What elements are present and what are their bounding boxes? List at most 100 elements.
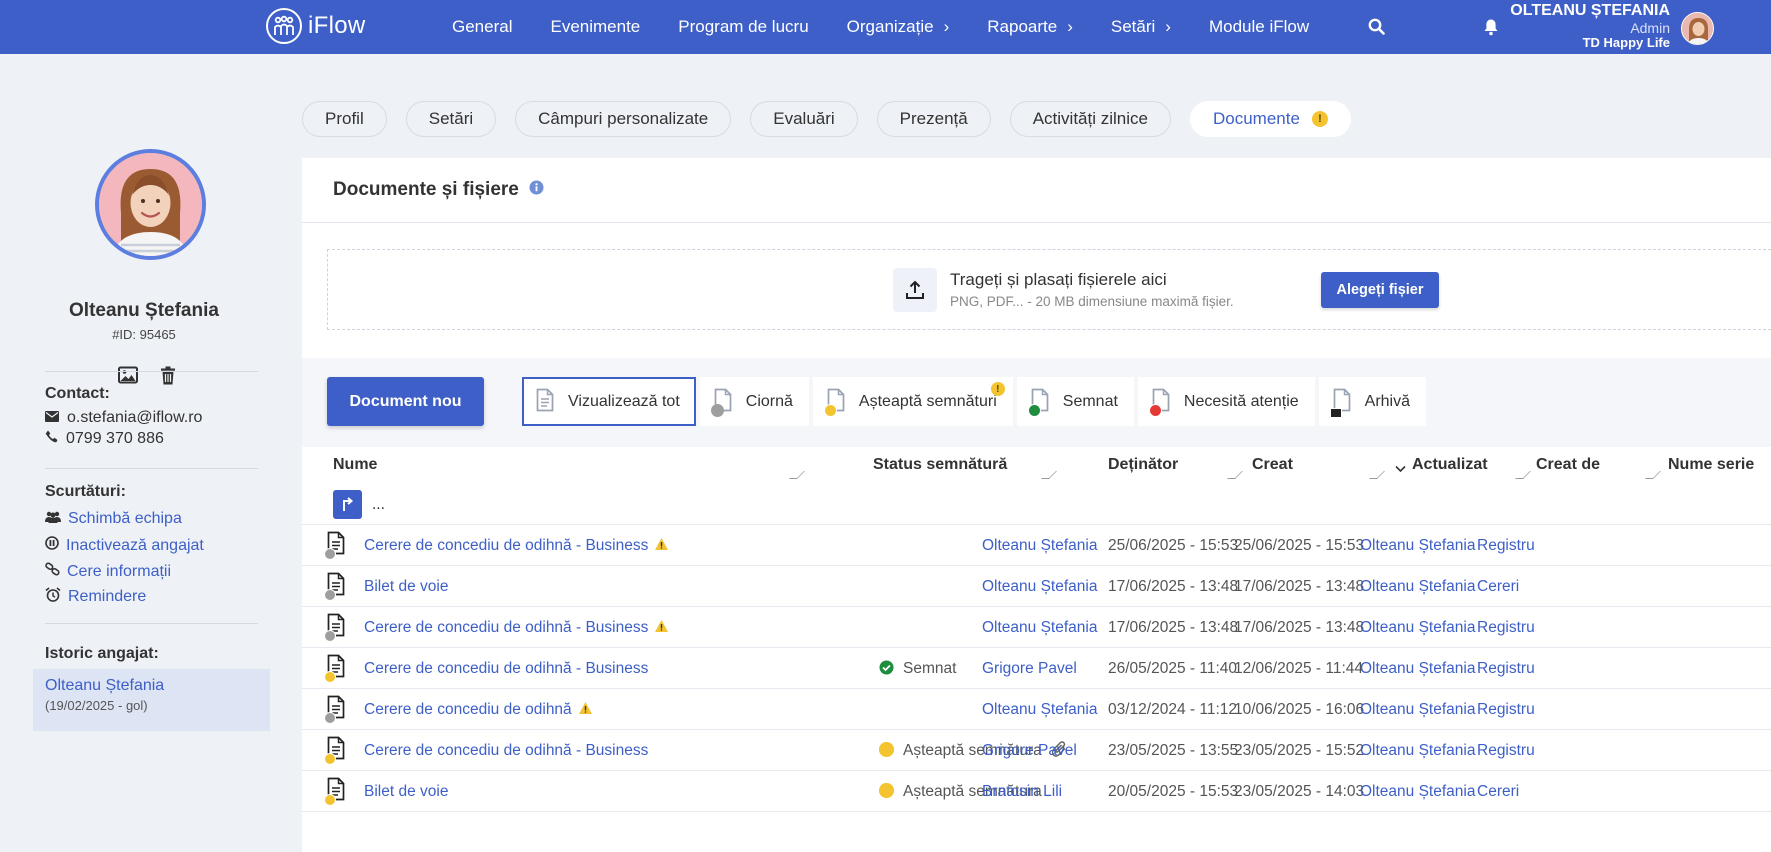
folder-up-icon[interactable] (333, 490, 362, 519)
nav-item-label: Setări (1110, 17, 1156, 36)
new-document-button[interactable]: Document nou (327, 377, 484, 426)
col-name[interactable]: Nume (333, 456, 377, 474)
created-by-link[interactable]: Olteanu Ștefania (1360, 701, 1475, 719)
document-name-link[interactable]: Cerere de concediu de odihnă - Business (364, 742, 648, 760)
col-signature-status[interactable]: Status semnătură (873, 456, 1007, 474)
nav-item-6[interactable]: Module iFlow (1209, 17, 1309, 37)
created-by-link[interactable]: Olteanu Ștefania (1360, 578, 1475, 596)
filter-1[interactable]: Ciornă (699, 377, 809, 426)
owner-link[interactable]: Olteanu Ștefania (982, 578, 1097, 596)
document-name-link[interactable]: Cerere de concediu de odihnă - Business (364, 660, 648, 678)
tab-4[interactable]: Prezență (876, 101, 991, 137)
sort-desc-icon[interactable] (1395, 460, 1406, 478)
document-name-link[interactable]: Cerere de concediu de odihnă - Business (364, 537, 669, 556)
filter-4[interactable]: Necesită atenție (1137, 377, 1315, 426)
series-link[interactable]: Cereri (1477, 578, 1519, 596)
col-series-name[interactable]: Nume serie (1668, 456, 1754, 474)
shortcut-request-info[interactable]: Cere informații (45, 562, 171, 581)
user-menu[interactable]: OLTEANU ȘTEFANIA Admin TD Happy Life (1510, 2, 1670, 51)
nav-item-5[interactable]: Setări › (1111, 17, 1171, 37)
contact-email[interactable]: o.stefania@iflow.ro (45, 409, 202, 427)
check-circle-icon (879, 660, 894, 675)
table-row[interactable]: Bilet de voie Așteaptă semnătura Bratosin … (302, 771, 1771, 812)
tab-0[interactable]: Profil (302, 101, 387, 137)
avatar[interactable] (1681, 12, 1714, 45)
logo-text: iFlow (308, 12, 366, 39)
documents-card: Documente și fișiere Trageți și plasați … (302, 158, 1771, 852)
tab-3[interactable]: Evaluări (750, 101, 858, 137)
col-owner[interactable]: Deținător (1108, 456, 1178, 474)
series-link[interactable]: Registru (1477, 701, 1535, 719)
nav-item-3[interactable]: Organizație › (847, 17, 950, 37)
bell-icon[interactable] (1483, 18, 1499, 41)
tab-1[interactable]: Setări (405, 101, 497, 137)
trash-icon[interactable] (160, 366, 176, 390)
pending-document-icon (324, 654, 349, 683)
document-name: Cerere de concediu de odihnă - Business (364, 742, 649, 759)
choose-file-button[interactable]: Alegeți fișier (1321, 272, 1439, 308)
owner-link[interactable]: Grigore Pavel (982, 660, 1077, 678)
created-by-link[interactable]: Olteanu Ștefania (1360, 783, 1475, 801)
nav-item-2[interactable]: Program de lucru (678, 17, 808, 37)
series-link[interactable]: Registru (1477, 619, 1535, 637)
series-link[interactable]: Cereri (1477, 783, 1519, 801)
nav-item-label: Program de lucru (678, 17, 809, 36)
table-row[interactable]: Bilet de voie Olteanu Ștefania 17/06/2025 … (302, 566, 1771, 607)
tab-6[interactable]: Documente! (1189, 101, 1351, 137)
nav-item-4[interactable]: Rapoarte › (987, 17, 1073, 37)
column-resize-handle[interactable] (1041, 471, 1057, 479)
column-resize-handle[interactable] (1227, 471, 1243, 479)
table-row[interactable]: Cerere de concediu de odihnă Olteanu Ștef… (302, 689, 1771, 730)
link-icon (45, 562, 60, 581)
filter-3[interactable]: Semnat (1016, 377, 1134, 426)
shortcut-deactivate-employee[interactable]: Inactivează angajat (45, 536, 204, 555)
filter-0[interactable]: Vizualizează tot (522, 377, 696, 426)
document-name-link[interactable]: Bilet de voie (364, 783, 448, 801)
nav-item-0[interactable]: General (452, 17, 512, 37)
col-updated[interactable]: Actualizat (1412, 456, 1488, 474)
parent-folder-row[interactable]: ... (302, 484, 1771, 525)
tab-5[interactable]: Activități zilnice (1009, 101, 1171, 137)
table-row[interactable]: Cerere de concediu de odihnă - Business S… (302, 648, 1771, 689)
document-name-link[interactable]: Bilet de voie (364, 578, 448, 596)
tab-2[interactable]: Câmpuri personalizate (515, 101, 732, 137)
shortcut-reminders[interactable]: Remindere (45, 587, 146, 607)
file-dropzone[interactable]: Trageți și plasați fișierele aici PNG, P… (327, 249, 1771, 330)
table-row[interactable]: Cerere de concediu de odihnă - Business A… (302, 730, 1771, 771)
owner-link[interactable]: Olteanu Ștefania (982, 619, 1097, 637)
filter-2[interactable]: Așteaptă semnături! (812, 377, 1013, 426)
col-created[interactable]: Creat (1252, 456, 1293, 474)
owner-link[interactable]: Bratosin Lili (982, 783, 1062, 801)
column-resize-handle[interactable] (789, 471, 805, 479)
owner-link[interactable]: Olteanu Ștefania (982, 701, 1097, 719)
filter-5[interactable]: Arhivă (1318, 377, 1427, 426)
column-resize-handle[interactable] (1515, 471, 1531, 479)
created-by-link[interactable]: Olteanu Ștefania (1360, 619, 1475, 637)
image-icon[interactable] (118, 366, 138, 390)
tab-label: Documente (1212, 109, 1300, 128)
contact-phone[interactable]: 0799 370 886 (45, 430, 164, 448)
table-row[interactable]: Cerere de concediu de odihnă - Business O… (302, 607, 1771, 648)
owner-link[interactable]: Olteanu Ștefania (982, 537, 1097, 555)
table-row[interactable]: Cerere de concediu de odihnă - Business O… (302, 525, 1771, 566)
draft-document-icon (324, 613, 349, 642)
employee-sidebar: Olteanu Ștefania #ID: 95465 Contact: o.s… (0, 54, 288, 852)
column-resize-handle[interactable] (1645, 471, 1661, 479)
search-icon[interactable] (1368, 18, 1385, 40)
created-by-link[interactable]: Olteanu Ștefania (1360, 660, 1475, 678)
created-by-link[interactable]: Olteanu Ștefania (1360, 742, 1475, 760)
history-entry[interactable]: Olteanu Ștefania (19/02/2025 - gol) (33, 669, 270, 731)
series-link[interactable]: Registru (1477, 742, 1535, 760)
shortcut-change-team[interactable]: Schimbă echipa (45, 510, 182, 528)
created-by-link[interactable]: Olteanu Ștefania (1360, 537, 1475, 555)
info-icon[interactable] (529, 180, 544, 200)
document-name-link[interactable]: Cerere de concediu de odihnă - Business (364, 619, 669, 638)
series-link[interactable]: Registru (1477, 537, 1535, 555)
column-resize-handle[interactable] (1369, 471, 1385, 479)
nav-item-1[interactable]: Evenimente (550, 17, 640, 37)
document-name-link[interactable]: Cerere de concediu de odihnă (364, 701, 593, 720)
series-link[interactable]: Registru (1477, 660, 1535, 678)
app-logo[interactable]: iFlow (266, 8, 366, 44)
owner-link[interactable]: Grigore Pavel (982, 742, 1077, 760)
col-created-by[interactable]: Creat de (1536, 456, 1600, 474)
